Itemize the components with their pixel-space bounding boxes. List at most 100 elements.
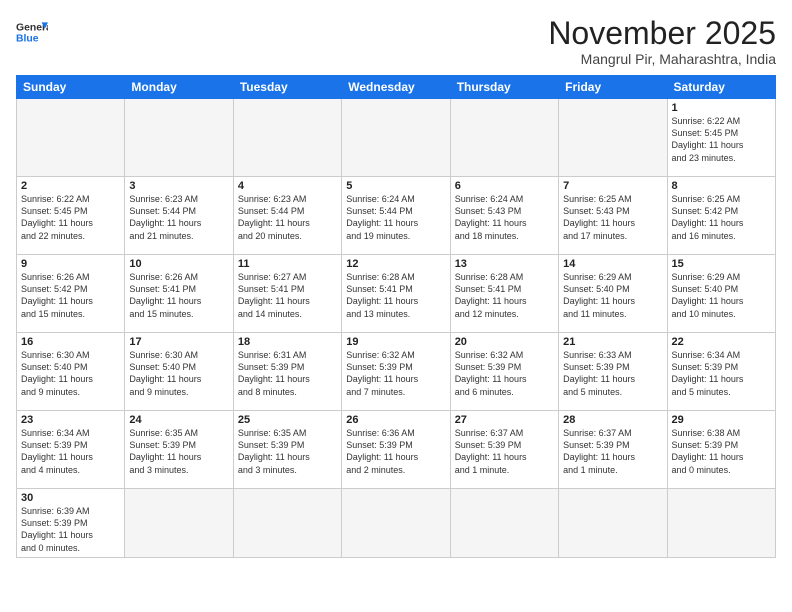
logo: General Blue <box>16 16 48 48</box>
day-number: 18 <box>238 336 337 348</box>
day-number: 13 <box>455 258 554 270</box>
day-info: Sunrise: 6:34 AM Sunset: 5:39 PM Dayligh… <box>21 427 120 476</box>
day-cell <box>233 489 341 558</box>
day-info: Sunrise: 6:29 AM Sunset: 5:40 PM Dayligh… <box>563 271 662 320</box>
day-number: 12 <box>346 258 445 270</box>
day-info: Sunrise: 6:37 AM Sunset: 5:39 PM Dayligh… <box>455 427 554 476</box>
day-number: 19 <box>346 336 445 348</box>
header: General Blue November 2025 Mangrul Pir, … <box>16 16 776 67</box>
weekday-monday: Monday <box>125 76 233 99</box>
day-cell: 5Sunrise: 6:24 AM Sunset: 5:44 PM Daylig… <box>342 177 450 255</box>
day-cell: 24Sunrise: 6:35 AM Sunset: 5:39 PM Dayli… <box>125 411 233 489</box>
day-cell: 11Sunrise: 6:27 AM Sunset: 5:41 PM Dayli… <box>233 255 341 333</box>
day-number: 4 <box>238 180 337 192</box>
day-number: 10 <box>129 258 228 270</box>
day-info: Sunrise: 6:22 AM Sunset: 5:45 PM Dayligh… <box>21 193 120 242</box>
day-number: 20 <box>455 336 554 348</box>
weekday-tuesday: Tuesday <box>233 76 341 99</box>
weekday-friday: Friday <box>559 76 667 99</box>
day-cell <box>667 489 775 558</box>
day-cell: 18Sunrise: 6:31 AM Sunset: 5:39 PM Dayli… <box>233 333 341 411</box>
day-number: 28 <box>563 414 662 426</box>
day-cell: 12Sunrise: 6:28 AM Sunset: 5:41 PM Dayli… <box>342 255 450 333</box>
day-number: 8 <box>672 180 771 192</box>
day-cell: 20Sunrise: 6:32 AM Sunset: 5:39 PM Dayli… <box>450 333 558 411</box>
week-row-4: 23Sunrise: 6:34 AM Sunset: 5:39 PM Dayli… <box>17 411 776 489</box>
day-info: Sunrise: 6:32 AM Sunset: 5:39 PM Dayligh… <box>346 349 445 398</box>
day-info: Sunrise: 6:33 AM Sunset: 5:39 PM Dayligh… <box>563 349 662 398</box>
day-number: 26 <box>346 414 445 426</box>
day-info: Sunrise: 6:23 AM Sunset: 5:44 PM Dayligh… <box>129 193 228 242</box>
day-number: 22 <box>672 336 771 348</box>
day-cell: 1Sunrise: 6:22 AM Sunset: 5:45 PM Daylig… <box>667 99 775 177</box>
day-cell <box>559 99 667 177</box>
svg-text:Blue: Blue <box>16 34 39 45</box>
day-number: 25 <box>238 414 337 426</box>
day-cell: 8Sunrise: 6:25 AM Sunset: 5:42 PM Daylig… <box>667 177 775 255</box>
day-cell <box>125 99 233 177</box>
day-number: 2 <box>21 180 120 192</box>
day-cell <box>125 489 233 558</box>
day-number: 27 <box>455 414 554 426</box>
day-cell: 15Sunrise: 6:29 AM Sunset: 5:40 PM Dayli… <box>667 255 775 333</box>
week-row-1: 2Sunrise: 6:22 AM Sunset: 5:45 PM Daylig… <box>17 177 776 255</box>
day-cell <box>233 99 341 177</box>
day-cell: 27Sunrise: 6:37 AM Sunset: 5:39 PM Dayli… <box>450 411 558 489</box>
day-info: Sunrise: 6:36 AM Sunset: 5:39 PM Dayligh… <box>346 427 445 476</box>
day-info: Sunrise: 6:30 AM Sunset: 5:40 PM Dayligh… <box>21 349 120 398</box>
day-info: Sunrise: 6:32 AM Sunset: 5:39 PM Dayligh… <box>455 349 554 398</box>
day-cell: 6Sunrise: 6:24 AM Sunset: 5:43 PM Daylig… <box>450 177 558 255</box>
day-info: Sunrise: 6:26 AM Sunset: 5:41 PM Dayligh… <box>129 271 228 320</box>
week-row-2: 9Sunrise: 6:26 AM Sunset: 5:42 PM Daylig… <box>17 255 776 333</box>
day-number: 1 <box>672 102 771 114</box>
day-cell <box>450 489 558 558</box>
day-cell: 14Sunrise: 6:29 AM Sunset: 5:40 PM Dayli… <box>559 255 667 333</box>
day-cell: 25Sunrise: 6:35 AM Sunset: 5:39 PM Dayli… <box>233 411 341 489</box>
day-info: Sunrise: 6:39 AM Sunset: 5:39 PM Dayligh… <box>21 505 120 554</box>
month-title: November 2025 <box>548 16 776 51</box>
day-info: Sunrise: 6:29 AM Sunset: 5:40 PM Dayligh… <box>672 271 771 320</box>
day-info: Sunrise: 6:24 AM Sunset: 5:44 PM Dayligh… <box>346 193 445 242</box>
day-cell: 3Sunrise: 6:23 AM Sunset: 5:44 PM Daylig… <box>125 177 233 255</box>
day-info: Sunrise: 6:27 AM Sunset: 5:41 PM Dayligh… <box>238 271 337 320</box>
week-row-3: 16Sunrise: 6:30 AM Sunset: 5:40 PM Dayli… <box>17 333 776 411</box>
weekday-header-row: SundayMondayTuesdayWednesdayThursdayFrid… <box>17 76 776 99</box>
day-number: 29 <box>672 414 771 426</box>
page: General Blue November 2025 Mangrul Pir, … <box>0 0 792 612</box>
day-cell <box>342 489 450 558</box>
week-row-0: 1Sunrise: 6:22 AM Sunset: 5:45 PM Daylig… <box>17 99 776 177</box>
day-cell <box>559 489 667 558</box>
day-info: Sunrise: 6:35 AM Sunset: 5:39 PM Dayligh… <box>238 427 337 476</box>
day-info: Sunrise: 6:26 AM Sunset: 5:42 PM Dayligh… <box>21 271 120 320</box>
day-cell <box>342 99 450 177</box>
day-info: Sunrise: 6:30 AM Sunset: 5:40 PM Dayligh… <box>129 349 228 398</box>
day-cell: 29Sunrise: 6:38 AM Sunset: 5:39 PM Dayli… <box>667 411 775 489</box>
day-number: 7 <box>563 180 662 192</box>
day-cell: 13Sunrise: 6:28 AM Sunset: 5:41 PM Dayli… <box>450 255 558 333</box>
weekday-saturday: Saturday <box>667 76 775 99</box>
day-number: 11 <box>238 258 337 270</box>
title-block: November 2025 Mangrul Pir, Maharashtra, … <box>548 16 776 67</box>
day-number: 6 <box>455 180 554 192</box>
day-cell: 17Sunrise: 6:30 AM Sunset: 5:40 PM Dayli… <box>125 333 233 411</box>
day-cell: 30Sunrise: 6:39 AM Sunset: 5:39 PM Dayli… <box>17 489 125 558</box>
day-number: 30 <box>21 492 120 504</box>
location: Mangrul Pir, Maharashtra, India <box>548 51 776 67</box>
day-info: Sunrise: 6:35 AM Sunset: 5:39 PM Dayligh… <box>129 427 228 476</box>
day-info: Sunrise: 6:34 AM Sunset: 5:39 PM Dayligh… <box>672 349 771 398</box>
day-number: 24 <box>129 414 228 426</box>
day-info: Sunrise: 6:28 AM Sunset: 5:41 PM Dayligh… <box>455 271 554 320</box>
day-cell: 21Sunrise: 6:33 AM Sunset: 5:39 PM Dayli… <box>559 333 667 411</box>
day-number: 23 <box>21 414 120 426</box>
weekday-wednesday: Wednesday <box>342 76 450 99</box>
day-number: 14 <box>563 258 662 270</box>
calendar: SundayMondayTuesdayWednesdayThursdayFrid… <box>16 75 776 558</box>
day-info: Sunrise: 6:38 AM Sunset: 5:39 PM Dayligh… <box>672 427 771 476</box>
day-cell: 10Sunrise: 6:26 AM Sunset: 5:41 PM Dayli… <box>125 255 233 333</box>
day-cell: 19Sunrise: 6:32 AM Sunset: 5:39 PM Dayli… <box>342 333 450 411</box>
day-cell <box>17 99 125 177</box>
day-number: 16 <box>21 336 120 348</box>
day-number: 9 <box>21 258 120 270</box>
day-number: 15 <box>672 258 771 270</box>
day-cell: 2Sunrise: 6:22 AM Sunset: 5:45 PM Daylig… <box>17 177 125 255</box>
